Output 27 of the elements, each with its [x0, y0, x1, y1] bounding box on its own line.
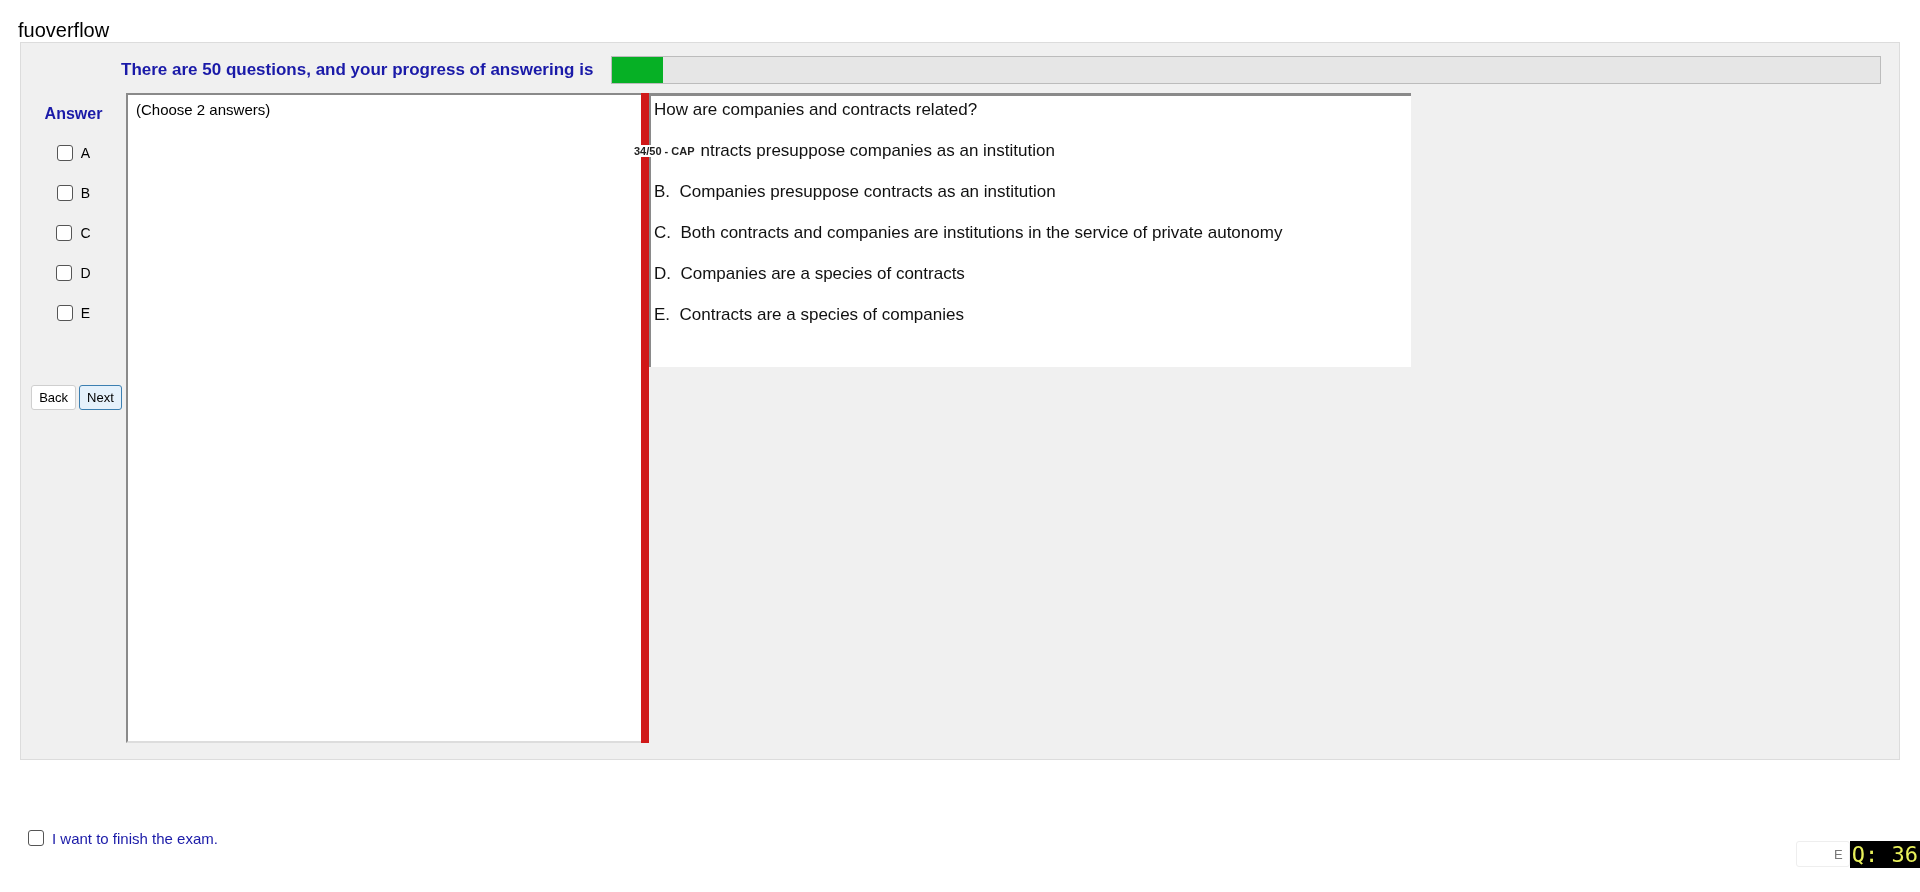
answer-checkbox[interactable]: [56, 225, 73, 241]
finish-label: I want to finish the exam.: [52, 829, 218, 847]
answer-instruction: (Choose 2 answers): [136, 101, 271, 118]
option-letter: A: [80, 145, 91, 161]
exit-button[interactable]: E: [1795, 841, 1850, 867]
nav-button[interactable]: Back: [31, 385, 77, 410]
option-letter: D: [80, 265, 91, 281]
nav-button[interactable]: Next: [79, 385, 122, 410]
finish-checkbox[interactable]: [28, 830, 44, 846]
user-name: fuoverflow: [18, 19, 110, 42]
answer-choice: ntracts presuppose companies as an institution: [700, 141, 1055, 161]
question-tag: 34/50 - CAP: [634, 145, 695, 157]
answer-checkbox[interactable]: [56, 185, 73, 201]
answer-choice: E. Contracts are a species of companies: [654, 305, 965, 325]
answer-checkbox[interactable]: [56, 265, 73, 281]
answer-title: Answer: [44, 105, 103, 123]
question-counter: Q: 36: [1849, 840, 1920, 868]
answer-checkbox[interactable]: [56, 145, 73, 161]
option-letter: E: [80, 305, 91, 321]
option-letter: B: [80, 185, 91, 201]
answer-checkbox[interactable]: [56, 305, 73, 321]
answer-choice: D. Companies are a species of contracts: [654, 264, 966, 284]
answer-choice: C. Both contracts and companies are institutions in the service of private autonomy: [654, 223, 1284, 243]
option-letter: C: [80, 225, 91, 241]
answer-choice: B. Companies presuppose contracts as an institution: [654, 182, 1057, 202]
question-text: How are companies and contracts related?: [654, 100, 979, 120]
progress-label: There are 50 questions, and your progress of answering is: [121, 60, 594, 80]
